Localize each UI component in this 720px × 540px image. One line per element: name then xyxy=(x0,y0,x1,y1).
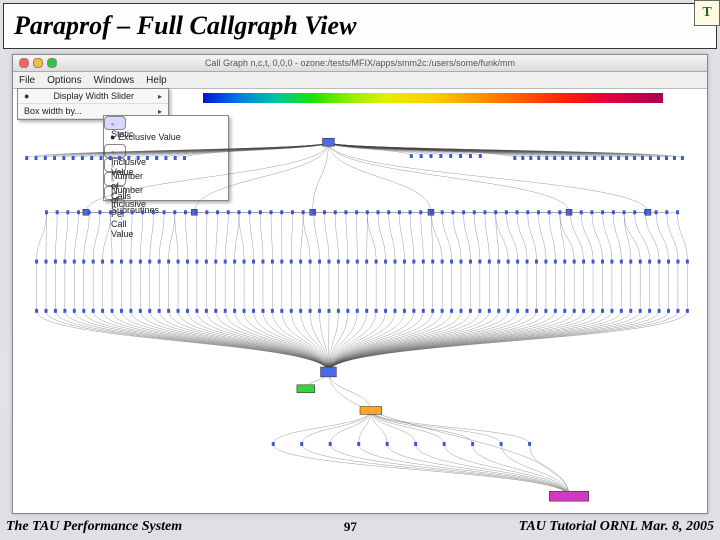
paraprof-window: Call Graph n,c,t, 0,0,0 - ozone:/tests/M… xyxy=(12,54,708,514)
window-title: Call Graph n,c,t, 0,0,0 - ozone:/tests/M… xyxy=(13,58,707,68)
menu-windows[interactable]: Windows xyxy=(94,75,135,86)
menu-bar[interactable]: File Options Windows Help xyxy=(13,72,707,89)
callgraph-svg xyxy=(13,89,707,513)
callgraph-canvas[interactable] xyxy=(13,89,707,513)
color-legend-bar xyxy=(203,93,663,103)
slide: Paraprof – Full Callgraph View T Call Gr… xyxy=(0,0,720,540)
menu-help[interactable]: Help xyxy=(146,75,167,86)
tau-badge-icon: T xyxy=(694,0,720,26)
menu-options[interactable]: Options xyxy=(47,75,81,86)
slide-footer: The TAU Performance System 97 TAU Tutori… xyxy=(6,516,714,538)
window-titlebar[interactable]: Call Graph n,c,t, 0,0,0 - ozone:/tests/M… xyxy=(13,55,707,72)
slide-title-bar: Paraprof – Full Callgraph View xyxy=(3,3,717,49)
footer-page-number: 97 xyxy=(344,519,357,535)
menu-file[interactable]: File xyxy=(19,75,35,86)
footer-left: The TAU Performance System xyxy=(6,519,182,535)
slide-title: Paraprof – Full Callgraph View xyxy=(14,11,356,41)
footer-right: TAU Tutorial ORNL Mar. 8, 2005 xyxy=(519,519,714,535)
